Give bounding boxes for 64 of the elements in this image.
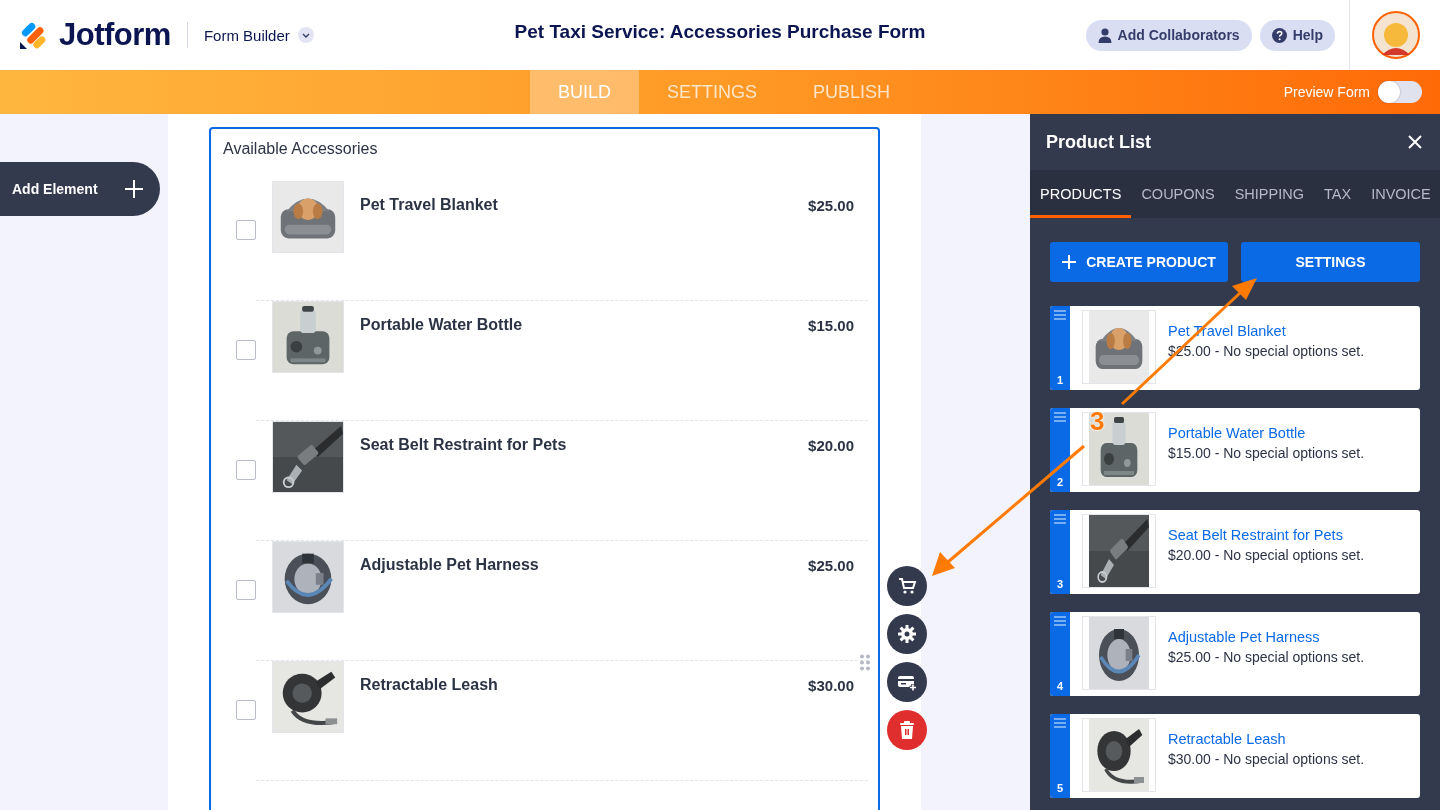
add-collaborators-button[interactable]: Add Collaborators <box>1085 19 1252 51</box>
product-details: $25.00 - No special options set. <box>1168 649 1365 665</box>
checkbox[interactable] <box>236 460 256 480</box>
product-details: $15.00 - No special options set. <box>1168 445 1365 461</box>
user-icon <box>1097 27 1112 43</box>
checkbox[interactable] <box>236 700 256 720</box>
product-name-link[interactable]: Adjustable Pet Harness <box>1168 629 1365 645</box>
drag-handle-icon[interactable] <box>1054 412 1066 422</box>
product-price: $25.00 <box>808 197 854 214</box>
plus-icon <box>124 179 144 199</box>
item-number: 3 <box>1056 578 1064 590</box>
panel-title: Product List <box>1046 131 1151 153</box>
product-name-link[interactable]: Retractable Leash <box>1168 731 1365 747</box>
item-number: 1 <box>1056 374 1064 386</box>
help-icon <box>1271 27 1287 43</box>
field-label: Available Accessories <box>223 140 379 158</box>
drag-handle-icon[interactable] <box>859 654 871 671</box>
step-number: 3 <box>1090 406 1105 437</box>
product-card[interactable]: 3 Seat Belt Restraint for Pets $20.00 - No special options set. <box>1050 510 1420 594</box>
product-list-field[interactable]: Available Accessories Pet Travel Blanket $25.00 Portable Water Bottle $15.00 Seat Belt Restraint for Pets $20.00 Adjustable Pet Harness $25.00 Retractable Leash $30.00 <box>209 127 880 810</box>
checkbox[interactable] <box>236 580 256 600</box>
form-title: Pet Taxi Service: Accessories Purchase Form <box>514 21 926 42</box>
form-builder-dropdown[interactable]: Form Builder <box>203 26 314 44</box>
help-button[interactable]: Help <box>1259 19 1335 51</box>
product-name-link[interactable]: Seat Belt Restraint for Pets <box>1168 527 1365 543</box>
product-name: Pet Travel Blanket <box>360 196 498 214</box>
item-number: 5 <box>1056 782 1064 794</box>
plus-icon <box>1062 255 1077 269</box>
product-name: Seat Belt Restraint for Pets <box>360 436 567 454</box>
create-product-button[interactable]: CREATE PRODUCT <box>1050 242 1228 282</box>
product-details: $30.00 - No special options set. <box>1168 751 1365 767</box>
logo-wordmark: Jotform <box>59 17 171 53</box>
add-element-button[interactable]: Add Element <box>0 162 160 216</box>
drag-handle-icon[interactable] <box>1054 514 1066 524</box>
product-price: $20.00 <box>808 437 854 454</box>
product-price: $15.00 <box>808 317 854 334</box>
drag-handle-icon[interactable] <box>1054 718 1066 728</box>
product-card[interactable]: 5 Retractable Leash $30.00 - No special options set. <box>1050 714 1420 798</box>
product-name: Retractable Leash <box>360 676 498 694</box>
preview-toggle[interactable] <box>1378 81 1422 103</box>
panel-tab[interactable]: SHIPPING <box>1224 170 1314 218</box>
checkbox[interactable] <box>236 220 256 240</box>
drag-handle-icon[interactable] <box>1054 310 1066 320</box>
drag-handle-icon[interactable] <box>1054 616 1066 626</box>
close-icon[interactable] <box>1408 135 1422 149</box>
product-price: $25.00 <box>808 557 854 574</box>
item-number: 2 <box>1056 476 1064 488</box>
settings-button[interactable]: SETTINGS <box>1241 242 1420 282</box>
checkbox[interactable] <box>236 340 256 360</box>
settings-icon <box>896 623 918 645</box>
panel-tab[interactable]: INVOICE <box>1361 170 1440 218</box>
panel-tab[interactable]: PRODUCTS <box>1030 170 1132 218</box>
panel-tab[interactable]: TAX <box>1314 170 1362 218</box>
avatar[interactable] <box>1372 11 1420 59</box>
chevron-down-icon <box>297 27 314 43</box>
preview-form-label: Preview Form <box>1283 84 1370 100</box>
product-price: $30.00 <box>808 677 854 694</box>
panel-tab[interactable]: COUPONS <box>1131 170 1225 218</box>
item-number: 4 <box>1056 680 1064 692</box>
product-card[interactable]: 4 Adjustable Pet Harness $25.00 - No special options set. <box>1050 612 1420 696</box>
product-details: $20.00 - No special options set. <box>1168 547 1365 563</box>
product-name: Portable Water Bottle <box>360 316 523 334</box>
product-name-link[interactable]: Portable Water Bottle <box>1168 425 1365 441</box>
product-name: Adjustable Pet Harness <box>360 556 539 574</box>
